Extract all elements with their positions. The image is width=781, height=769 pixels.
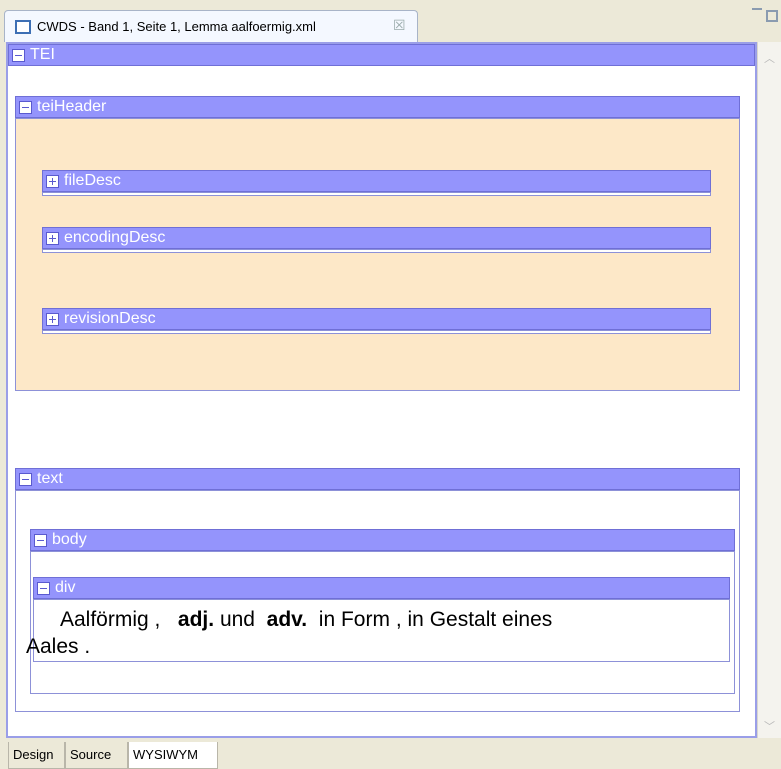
definition: in Form xyxy=(318,608,390,631)
scroll-up-icon[interactable]: ︿ xyxy=(764,50,775,66)
collapse-icon[interactable] xyxy=(19,101,32,114)
lemma-word: Aalförmig xyxy=(60,608,149,631)
element-label-revisiondesc: revisionDesc xyxy=(64,310,156,327)
bottom-tab-bar: Design Source WYSIWYM xyxy=(0,738,781,769)
punctuation: . xyxy=(84,635,91,658)
editor-tab-bar: CWDS - Band 1, Seite 1, Lemma aalfoermig… xyxy=(0,0,781,42)
scroll-down-icon[interactable]: ﹀ xyxy=(764,718,775,734)
entry-text[interactable]: Aalförmig , adj. und adv. in Form , in G… xyxy=(26,606,726,660)
conjunction: und xyxy=(219,608,255,631)
collapse-icon[interactable] xyxy=(34,534,47,547)
expand-icon[interactable] xyxy=(46,232,59,245)
part-of-speech: adj. xyxy=(177,608,215,631)
element-bar-filedesc[interactable]: fileDesc xyxy=(42,170,711,192)
expand-icon[interactable] xyxy=(46,313,59,326)
collapse-icon[interactable] xyxy=(37,582,50,595)
element-label-filedesc: fileDesc xyxy=(64,172,121,189)
definition: in Gestalt eines xyxy=(407,608,553,631)
maximize-icon[interactable] xyxy=(766,10,778,22)
revisiondesc-underline xyxy=(42,330,711,334)
element-bar-revisiondesc[interactable]: revisionDesc xyxy=(42,308,711,330)
encodingdesc-underline xyxy=(42,249,711,253)
document-icon xyxy=(15,20,31,34)
element-bar-encodingdesc[interactable]: encodingDesc xyxy=(42,227,711,249)
element-label-text: text xyxy=(37,470,63,487)
vertical-scrollbar[interactable]: ︿ ﹀ xyxy=(757,42,781,738)
element-bar-text[interactable]: text xyxy=(15,468,740,490)
collapse-icon[interactable] xyxy=(19,473,32,486)
editor-tab[interactable]: CWDS - Band 1, Seite 1, Lemma aalfoermig… xyxy=(4,10,418,42)
tab-wysiwym[interactable]: WYSIWYM xyxy=(128,742,218,769)
element-label-encodingdesc: encodingDesc xyxy=(64,229,166,246)
filedesc-underline xyxy=(42,192,711,196)
expand-icon[interactable] xyxy=(46,175,59,188)
element-label-body: body xyxy=(52,531,87,548)
tab-design[interactable]: Design xyxy=(8,742,65,769)
element-bar-teiheader[interactable]: teiHeader xyxy=(15,96,740,118)
element-bar-div[interactable]: div xyxy=(33,577,730,599)
element-label-div: div xyxy=(55,579,76,596)
punctuation: , xyxy=(395,608,402,631)
teiheader-body xyxy=(15,118,740,391)
collapse-icon[interactable] xyxy=(12,49,25,62)
element-label-tei: TEI xyxy=(30,46,55,63)
element-label-teiheader: teiHeader xyxy=(37,98,107,115)
editor-tab-title: CWDS - Band 1, Seite 1, Lemma aalfoermig… xyxy=(37,19,316,34)
element-bar-body[interactable]: body xyxy=(30,529,735,551)
definition: Aales xyxy=(26,635,79,658)
tab-source[interactable]: Source xyxy=(65,742,128,769)
minimize-icon[interactable] xyxy=(752,8,762,16)
part-of-speech: adv. xyxy=(266,608,308,631)
element-bar-tei[interactable]: TEI xyxy=(8,44,755,66)
punctuation: , xyxy=(154,608,161,631)
close-icon[interactable]: ☒ xyxy=(393,17,406,34)
